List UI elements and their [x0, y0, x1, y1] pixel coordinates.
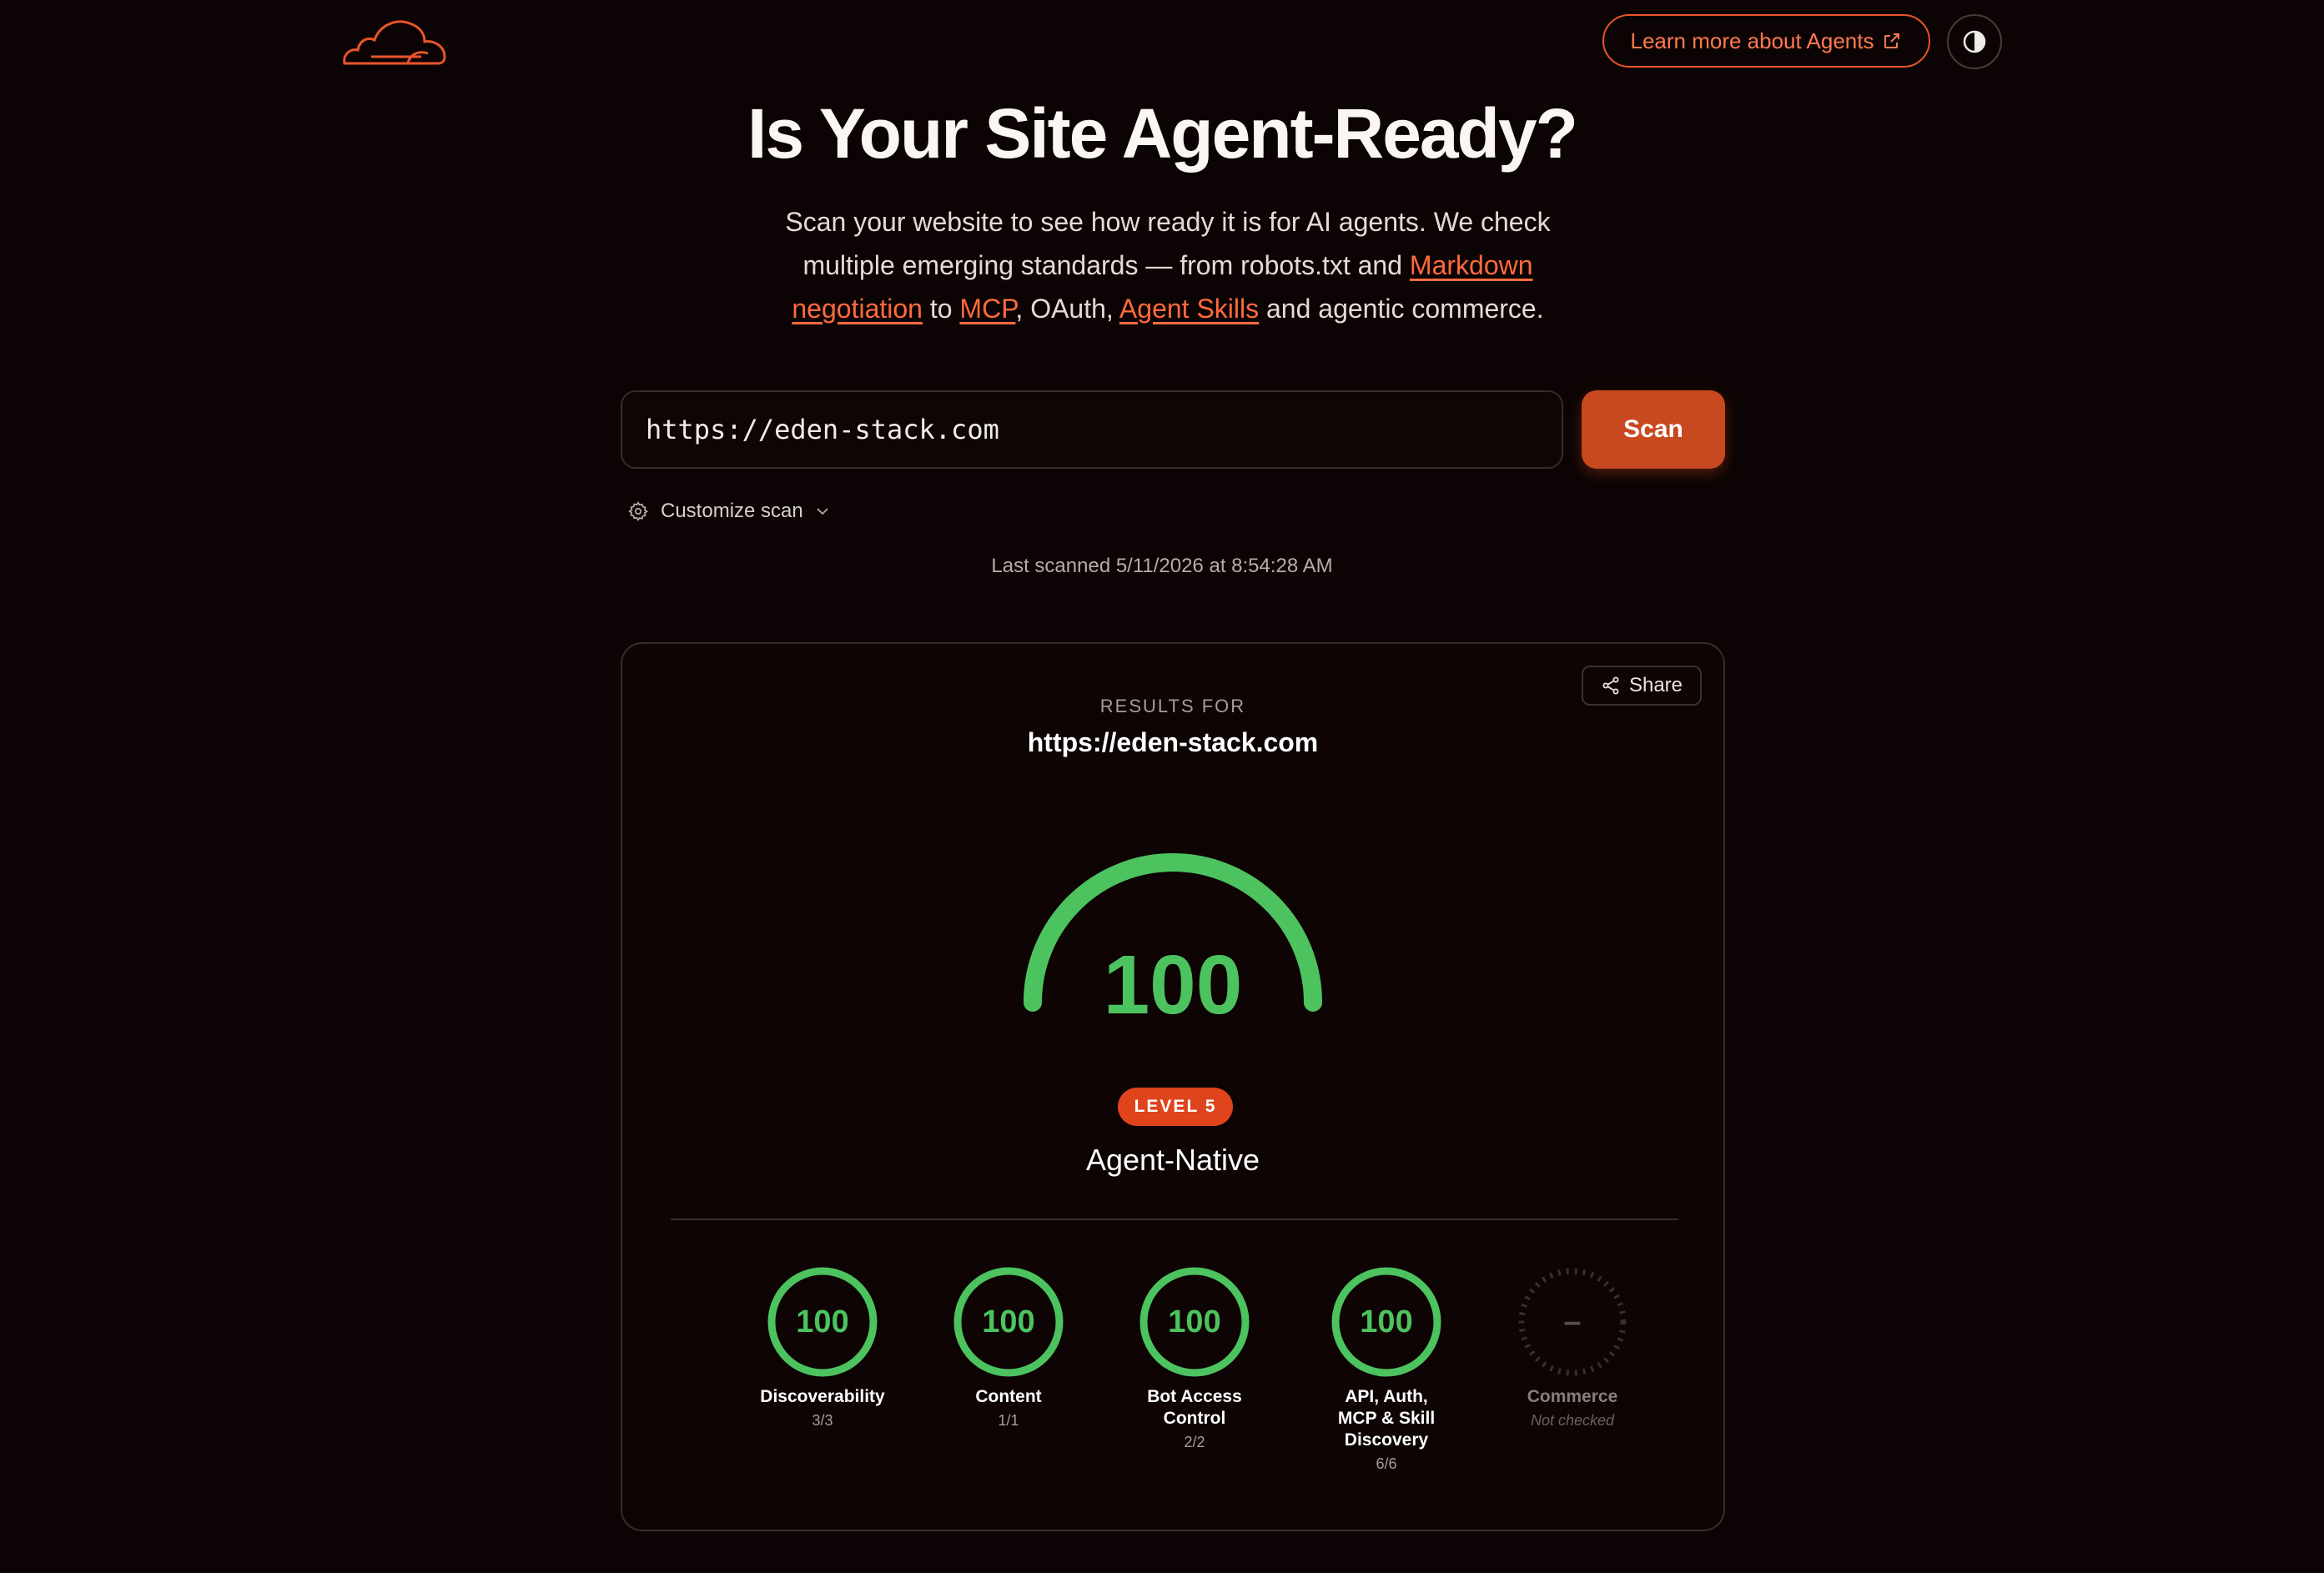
last-scanned-text: Last scanned 5/11/2026 at 8:54:28 AM: [991, 555, 1333, 577]
chevron-down-icon: [817, 508, 828, 515]
learn-more-label: Learn more about Agents: [1630, 28, 1874, 53]
metric-count: 3/3: [812, 1412, 833, 1429]
metric-label: Commerce: [1527, 1387, 1618, 1406]
metric-score: –: [1563, 1304, 1582, 1339]
score-ring: 100: [1139, 1266, 1250, 1378]
metric-api-auth-mcp-skill[interactable]: 100 API, Auth, MCP & Skill Discovery 6/6: [1303, 1266, 1470, 1473]
divider: [671, 1219, 1678, 1220]
metric-count: 6/6: [1376, 1455, 1397, 1472]
agent-skills-link[interactable]: Agent Skills: [1119, 294, 1259, 324]
learn-more-button[interactable]: Learn more about Agents: [1602, 14, 1930, 68]
results-url: https://eden-stack.com: [1027, 727, 1319, 757]
subtitle-text: and agentic commerce.: [1259, 294, 1544, 324]
score-ring: –: [1517, 1266, 1628, 1378]
overall-score: 100: [1103, 938, 1243, 1032]
metric-commerce[interactable]: – Commerce Not checked: [1489, 1266, 1656, 1430]
customize-scan-toggle[interactable]: Customize scan: [627, 495, 830, 527]
metric-count: 2/2: [1184, 1434, 1205, 1450]
external-link-icon: [1884, 33, 1900, 48]
metric-bot-access-control[interactable]: 100 Bot Access Control 2/2: [1111, 1266, 1278, 1451]
contrast-icon: [1963, 30, 1986, 53]
theme-toggle-button[interactable]: [1947, 14, 2002, 69]
metric-label: API, Auth, MCP & Skill Discovery: [1337, 1387, 1436, 1450]
metric-count: 1/1: [998, 1412, 1019, 1429]
metric-count: Not checked: [1530, 1412, 1615, 1429]
metric-score: 100: [982, 1304, 1035, 1339]
cloud-logo-icon: [343, 20, 446, 65]
metric-discoverability[interactable]: 100 Discoverability 3/3: [739, 1266, 906, 1430]
metric-content[interactable]: 100 Content 1/1: [925, 1266, 1092, 1430]
mcp-link[interactable]: MCP: [959, 294, 1015, 324]
metric-label: Content: [975, 1387, 1042, 1406]
customize-scan-label: Customize scan: [661, 500, 803, 522]
metric-score: 100: [796, 1304, 849, 1339]
score-ring: 100: [1331, 1266, 1442, 1378]
cloudflare-logo[interactable]: [341, 15, 448, 67]
score-ring: 100: [953, 1266, 1064, 1378]
subtitle-text: to: [922, 294, 960, 324]
gear-icon: [628, 501, 649, 521]
subtitle-text: , OAuth,: [1015, 294, 1119, 324]
metric-label: Discoverability: [760, 1387, 885, 1406]
level-name: Agent-Native: [1085, 1143, 1260, 1177]
results-card: Share RESULTS FOR https://eden-stack.com…: [621, 642, 1725, 1531]
scan-button[interactable]: Scan: [1582, 390, 1725, 469]
level-badge: LEVEL 5: [1118, 1088, 1233, 1126]
share-label: Share: [1628, 674, 1683, 696]
score-ring: 100: [767, 1266, 878, 1378]
metric-score: 100: [1168, 1304, 1221, 1339]
url-input[interactable]: [621, 390, 1563, 469]
metric-label: Bot Access Control: [1147, 1387, 1242, 1428]
page-title: Is Your Site Agent-Ready?: [747, 94, 1578, 173]
results-for-label: RESULTS FOR: [1099, 696, 1246, 716]
metric-score: 100: [1360, 1304, 1413, 1339]
page-subtitle: Scan your website to see how ready it is…: [776, 200, 1560, 330]
share-icon: [1602, 676, 1619, 695]
